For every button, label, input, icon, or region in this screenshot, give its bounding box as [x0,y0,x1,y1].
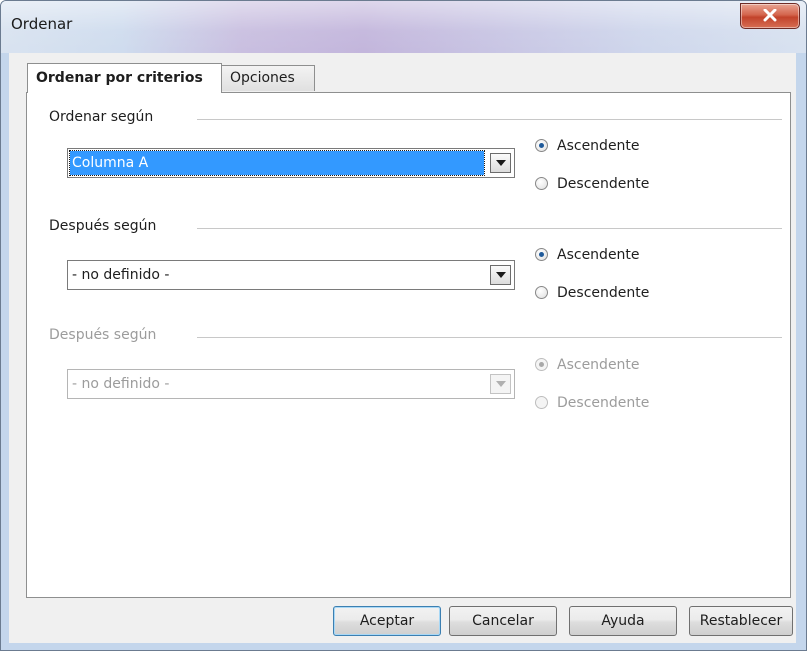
radio-checked-icon [535,139,548,152]
radio-unchecked-icon [535,396,548,409]
sort-key-3-value: - no definido - [72,376,170,392]
cancel-button[interactable]: Cancelar [449,606,557,636]
sort-dialog: Ordenar Ordenar por criterios Opciones O… [0,0,807,651]
triangle-down-icon [496,160,506,166]
close-button[interactable] [740,3,800,29]
title-bar[interactable]: Ordenar [1,1,806,53]
tab-sort-criteria[interactable]: Ordenar por criterios [27,63,222,93]
sort-key-2-value: - no definido - [72,267,170,283]
sort-key-3-dropdown-button [490,374,511,394]
sort-key-1-dropdown-button[interactable] [490,153,511,173]
radio-checked-icon [535,248,548,261]
sort-key-2-select[interactable]: - no definido - [67,260,515,290]
sort-key-2-ascending-radio[interactable]: Ascendente [535,245,640,265]
radio-checked-icon [535,358,548,371]
sort-key-3-ascending-label: Ascendente [557,357,640,373]
sort-key-2-descending-label: Descendente [557,285,650,301]
sort-key-2-dropdown-button[interactable] [490,265,511,285]
help-button[interactable]: Ayuda [569,606,677,636]
sort-key-1-select[interactable]: Columna A [67,148,515,178]
window-title: Ordenar [11,15,73,33]
sort-key-1-descending-label: Descendente [557,176,650,192]
sort-key-1-label: Ordenar según [49,109,160,125]
radio-unchecked-icon [535,177,548,190]
sort-key-1-descending-radio[interactable]: Descendente [535,174,649,194]
close-x-icon [763,9,777,22]
sort-key-2-ascending-label: Ascendente [557,247,640,263]
sort-key-3-descending-radio: Descendente [535,393,649,413]
sort-key-3-separator [197,337,782,338]
sort-key-3-descending-label: Descendente [557,395,650,411]
sort-key-2-label: Después según [49,218,163,234]
sort-criteria-panel: Ordenar según Columna A Ascendente Desce… [26,92,791,598]
sort-key-3-select: - no definido - [67,369,515,399]
sort-key-2-descending-radio[interactable]: Descendente [535,283,649,303]
ok-button[interactable]: Aceptar [333,606,441,636]
sort-key-1-ascending-label: Ascendente [557,138,640,154]
reset-button[interactable]: Restablecer [689,606,793,636]
triangle-down-icon [496,272,506,278]
sort-key-1-separator [197,119,782,120]
sort-key-2-separator [197,228,782,229]
sort-key-3-label: Después según [49,327,163,343]
dialog-client-area: Ordenar por criterios Opciones Ordenar s… [9,53,796,643]
tab-options[interactable]: Opciones [221,65,315,91]
sort-key-3-ascending-radio: Ascendente [535,355,640,375]
sort-key-1-value: Columna A [69,150,485,176]
triangle-down-icon [496,381,506,387]
sort-key-1-ascending-radio[interactable]: Ascendente [535,136,640,156]
tab-bar: Ordenar por criterios Opciones [9,53,796,93]
radio-unchecked-icon [535,286,548,299]
